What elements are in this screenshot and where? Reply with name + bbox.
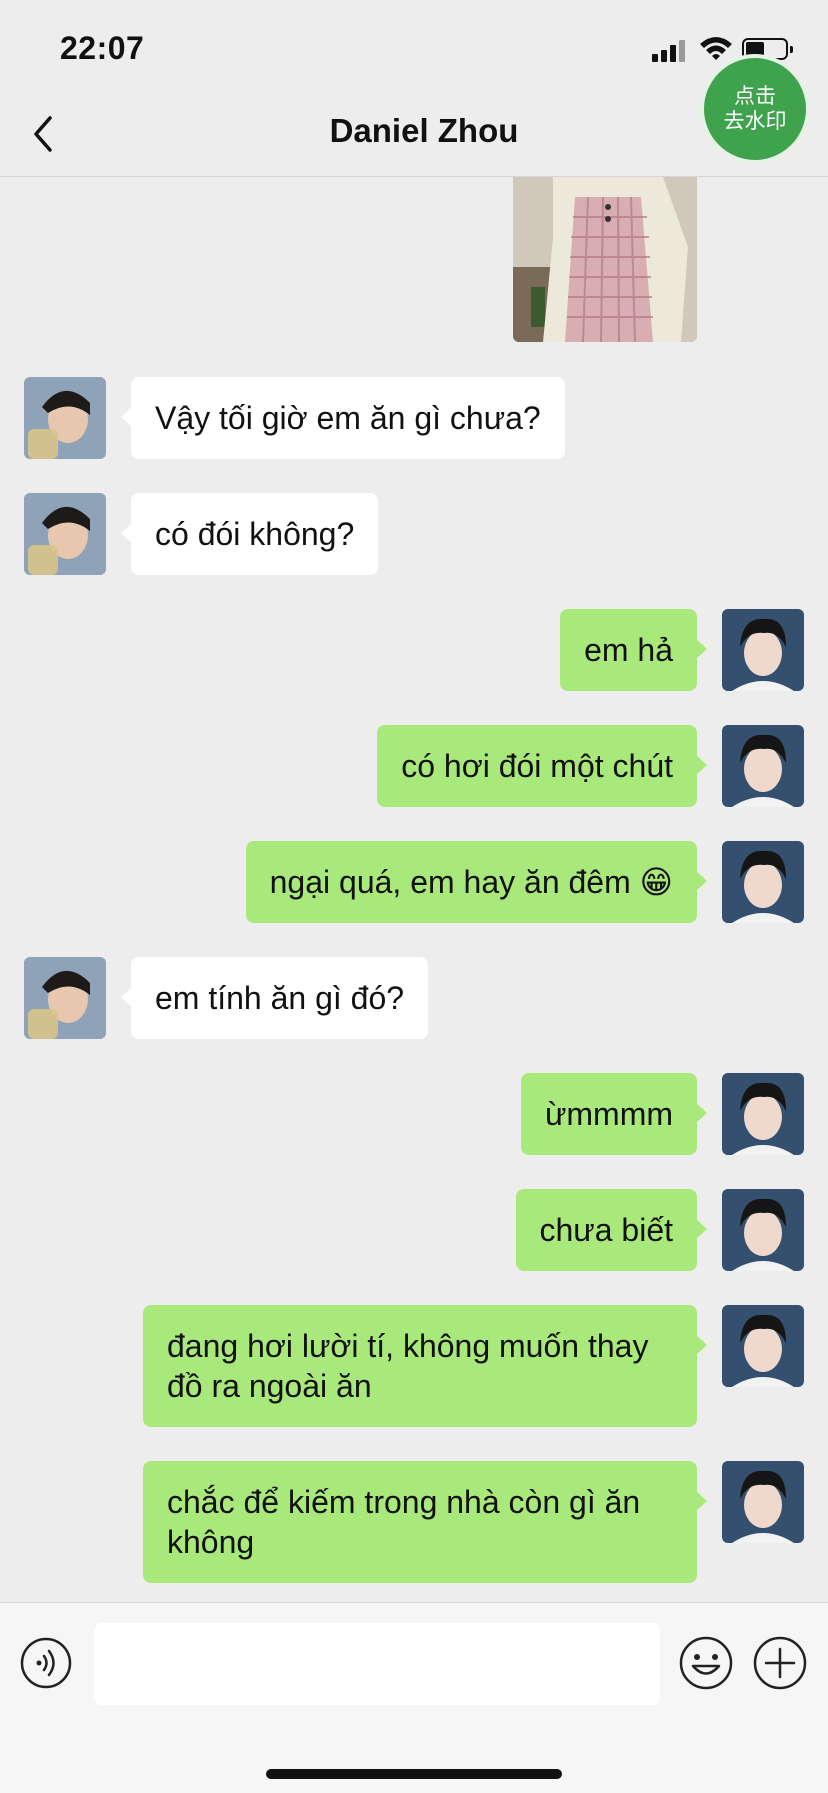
message-bubble-outgoing[interactable]: ngại quá, em hay ăn đêm 😁	[245, 841, 708, 923]
emoji-icon[interactable]	[678, 1635, 734, 1691]
message-bubble-outgoing[interactable]: chưa biết	[515, 1189, 707, 1271]
remove-watermark-button[interactable]: 点击 去水印	[700, 54, 810, 164]
image-message-photo	[513, 177, 697, 342]
message-bubble-outgoing[interactable]: em hả	[560, 609, 707, 691]
message-bubble-outgoing[interactable]: ừmmmm	[520, 1073, 708, 1155]
contact-avatar[interactable]	[24, 957, 106, 1039]
wifi-icon	[700, 37, 732, 60]
message-bubble-incoming[interactable]: Vậy tối giờ em ăn gì chưa?	[121, 377, 565, 459]
message-bubble-outgoing[interactable]: đang hơi lười tí, không muốn thay đồ ra …	[143, 1305, 707, 1427]
input-bar	[0, 1602, 828, 1793]
cellular-signal-icon	[652, 38, 688, 62]
message-bubble-outgoing[interactable]: chắc để kiếm trong nhà còn gì ăn không	[143, 1461, 707, 1583]
my-avatar[interactable]	[722, 725, 804, 807]
watermark-button-line1: 点击	[734, 85, 776, 108]
image-message[interactable]	[513, 177, 697, 342]
status-bar: 22:07	[0, 0, 828, 92]
my-avatar[interactable]	[722, 609, 804, 691]
home-indicator	[266, 1769, 562, 1779]
message-bubble-outgoing[interactable]: có hơi đói một chút	[377, 725, 707, 807]
message-bubble-incoming[interactable]: em tính ăn gì đó?	[120, 957, 429, 1039]
voice-icon[interactable]	[20, 1637, 72, 1689]
status-time: 22:07	[60, 30, 145, 66]
chat-message-list[interactable]: Vậy tối giờ em ăn gì chưa? có đói không?…	[0, 177, 828, 1602]
my-avatar[interactable]	[722, 1073, 804, 1155]
message-input[interactable]	[94, 1623, 660, 1705]
watermark-button-line2: 去水印	[723, 110, 787, 133]
plus-icon[interactable]	[752, 1635, 808, 1691]
contact-avatar[interactable]	[24, 493, 106, 575]
my-avatar[interactable]	[722, 841, 804, 923]
my-avatar[interactable]	[722, 1189, 804, 1271]
contact-avatar[interactable]	[24, 377, 106, 459]
my-avatar[interactable]	[722, 1461, 804, 1543]
message-bubble-incoming[interactable]: có đói không?	[120, 493, 379, 575]
my-avatar[interactable]	[722, 1305, 804, 1387]
